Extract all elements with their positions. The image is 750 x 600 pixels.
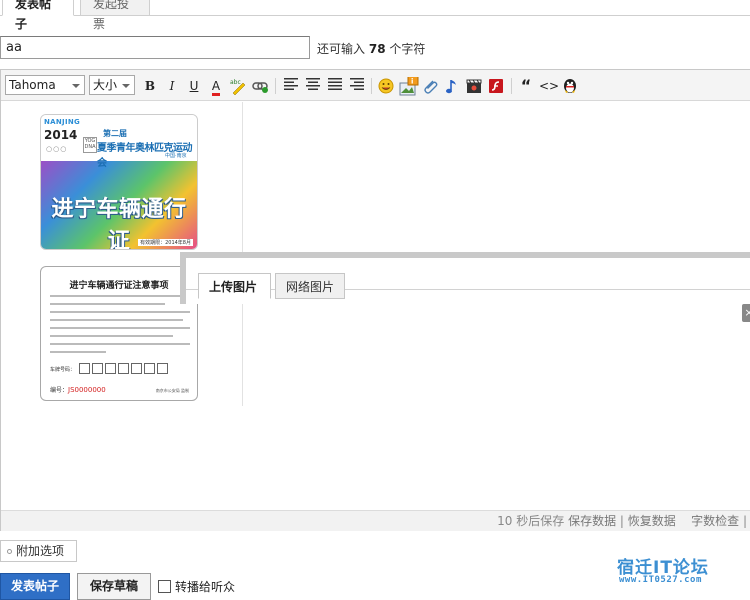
char-hint-suffix: 个字符 bbox=[389, 42, 426, 56]
toolbar-divider bbox=[275, 78, 276, 94]
pass-card-city: 中国·南京 bbox=[165, 153, 187, 159]
plate-number-label: 车牌号码： bbox=[50, 367, 76, 373]
post-thread-button[interactable]: 发表帖子 bbox=[0, 573, 70, 600]
serial-number-value: JS0000000 bbox=[68, 386, 106, 394]
save-draft-button[interactable]: 保存草稿 bbox=[77, 573, 151, 600]
highlight-button[interactable]: abc bbox=[229, 77, 247, 96]
nanjing-2014-logo: NANJING 2014 ○○○ bbox=[44, 118, 84, 156]
font-size-value: 大小 bbox=[93, 78, 118, 92]
music-button[interactable] bbox=[443, 77, 461, 95]
autosave-countdown: 10 秒后保存 bbox=[497, 514, 565, 528]
align-justify-button[interactable] bbox=[326, 77, 344, 95]
serial-number-label: 编号： bbox=[50, 387, 69, 394]
font-size-select[interactable]: 大小 bbox=[89, 75, 135, 95]
svg-text:i: i bbox=[411, 78, 413, 86]
notice-card-body-lines bbox=[50, 295, 190, 359]
pass-card-validity: 有效期限：2014年8月 bbox=[138, 239, 193, 246]
save-data-link[interactable]: 保存数据 bbox=[568, 514, 616, 528]
yog-logo: YOG DNA bbox=[83, 137, 97, 153]
align-center-icon bbox=[306, 78, 320, 90]
subject-input[interactable] bbox=[0, 36, 310, 59]
status-links: 10 秒后保存 保存数据 | 恢复数据 字数检查 | bbox=[497, 511, 747, 531]
image-icon: i bbox=[399, 75, 419, 96]
logo-city-text: NANJING bbox=[44, 118, 81, 126]
smiley-icon bbox=[378, 78, 394, 94]
font-family-select[interactable]: Tahoma bbox=[5, 75, 85, 95]
status-divider: | bbox=[742, 514, 747, 528]
align-right-button[interactable] bbox=[348, 77, 366, 95]
char-hint-prefix: 还可输入 bbox=[317, 42, 366, 56]
qq-penguin-icon bbox=[564, 79, 576, 93]
notice-card-title: 进宁车辆通行证注意事项 bbox=[69, 281, 169, 291]
bold-button[interactable]: B bbox=[141, 77, 159, 95]
forward-to-listeners-label: 转播给听众 bbox=[175, 580, 236, 594]
notice-card-image[interactable]: 进宁车辆通行证注意事项 车牌号码： 编号：JS0000000 南京市公安局 监制 bbox=[40, 266, 198, 401]
video-button[interactable] bbox=[465, 77, 483, 95]
emoticon-button[interactable] bbox=[377, 77, 395, 95]
tab-post-thread[interactable]: 发表帖子 bbox=[2, 0, 74, 31]
link-button[interactable] bbox=[251, 77, 269, 95]
chevron-down-icon bbox=[72, 84, 80, 88]
link-icon bbox=[252, 82, 268, 93]
music-note-icon bbox=[446, 80, 456, 94]
video-clapper-icon bbox=[466, 79, 482, 93]
radio-dot-icon bbox=[7, 549, 12, 554]
flash-icon bbox=[489, 79, 503, 93]
issuer-text: 南京市公安局 监制 bbox=[155, 388, 189, 393]
image-button[interactable]: i bbox=[399, 75, 419, 96]
align-left-icon bbox=[284, 78, 298, 90]
italic-button[interactable]: I bbox=[163, 77, 181, 95]
extra-options-label: 附加选项 bbox=[16, 544, 65, 558]
status-divider: | bbox=[619, 514, 624, 528]
plate-number-boxes bbox=[79, 363, 170, 377]
font-color-icon: A bbox=[211, 79, 221, 96]
pass-card-image[interactable]: NANJING 2014 ○○○ YOG DNA 第二届 夏季青年奥林匹克运动会… bbox=[40, 114, 198, 250]
status-divider bbox=[680, 514, 688, 528]
extra-options-button[interactable]: 附加选项 bbox=[0, 540, 77, 562]
word-check-link[interactable]: 字数检查 bbox=[691, 514, 739, 528]
font-color-button[interactable]: A bbox=[207, 77, 225, 96]
highlight-pen-icon: abc bbox=[230, 79, 246, 96]
logo-year-text: 2014 bbox=[44, 128, 78, 142]
char-hint-count: 78 bbox=[368, 42, 386, 56]
editor-status-bar: 10 秒后保存 保存数据 | 恢复数据 字数检查 | bbox=[1, 510, 750, 531]
align-left-button[interactable] bbox=[282, 77, 300, 95]
pass-card-edition: 第二届 bbox=[103, 129, 127, 138]
editor-content-area[interactable]: NANJING 2014 ○○○ YOG DNA 第二届 夏季青年奥林匹克运动会… bbox=[1, 102, 750, 510]
tab-start-poll[interactable]: 发起投票 bbox=[80, 0, 150, 31]
toolbar-divider bbox=[371, 78, 372, 94]
forward-to-listeners-checkbox[interactable] bbox=[158, 580, 171, 593]
toolbar-divider bbox=[511, 78, 512, 94]
flash-button[interactable] bbox=[487, 77, 505, 95]
quote-button[interactable]: “ bbox=[517, 77, 535, 95]
tab-web-image[interactable]: 网络图片 bbox=[275, 273, 345, 299]
tab-upload-image[interactable]: 上传图片 bbox=[198, 273, 271, 299]
font-family-value: Tahoma bbox=[9, 78, 56, 92]
code-button[interactable]: <> bbox=[539, 77, 559, 95]
align-justify-icon bbox=[328, 78, 342, 90]
char-count-hint: 还可输入 78 个字符 bbox=[317, 40, 425, 57]
olympic-rings-icon: ○○○ bbox=[46, 145, 68, 153]
svg-text:abc: abc bbox=[230, 79, 241, 86]
editor-toolbar: Tahoma 大小 B I U A abc i “ <> bbox=[1, 70, 750, 101]
align-center-button[interactable] bbox=[304, 77, 322, 95]
chevron-down-icon bbox=[122, 84, 130, 88]
post-tab-bar: 发表帖子 发起投票 bbox=[0, 0, 750, 31]
attachment-button[interactable] bbox=[421, 77, 439, 95]
underline-button[interactable]: U bbox=[185, 77, 203, 95]
paperclip-icon bbox=[424, 80, 438, 94]
qq-button[interactable] bbox=[561, 77, 579, 95]
align-right-icon bbox=[350, 78, 364, 90]
site-watermark-url: www.IT0527.com bbox=[619, 575, 702, 585]
close-icon[interactable]: × bbox=[742, 304, 750, 322]
serial-number: 编号：JS0000000 bbox=[50, 385, 106, 394]
restore-data-link[interactable]: 恢复数据 bbox=[628, 514, 676, 528]
